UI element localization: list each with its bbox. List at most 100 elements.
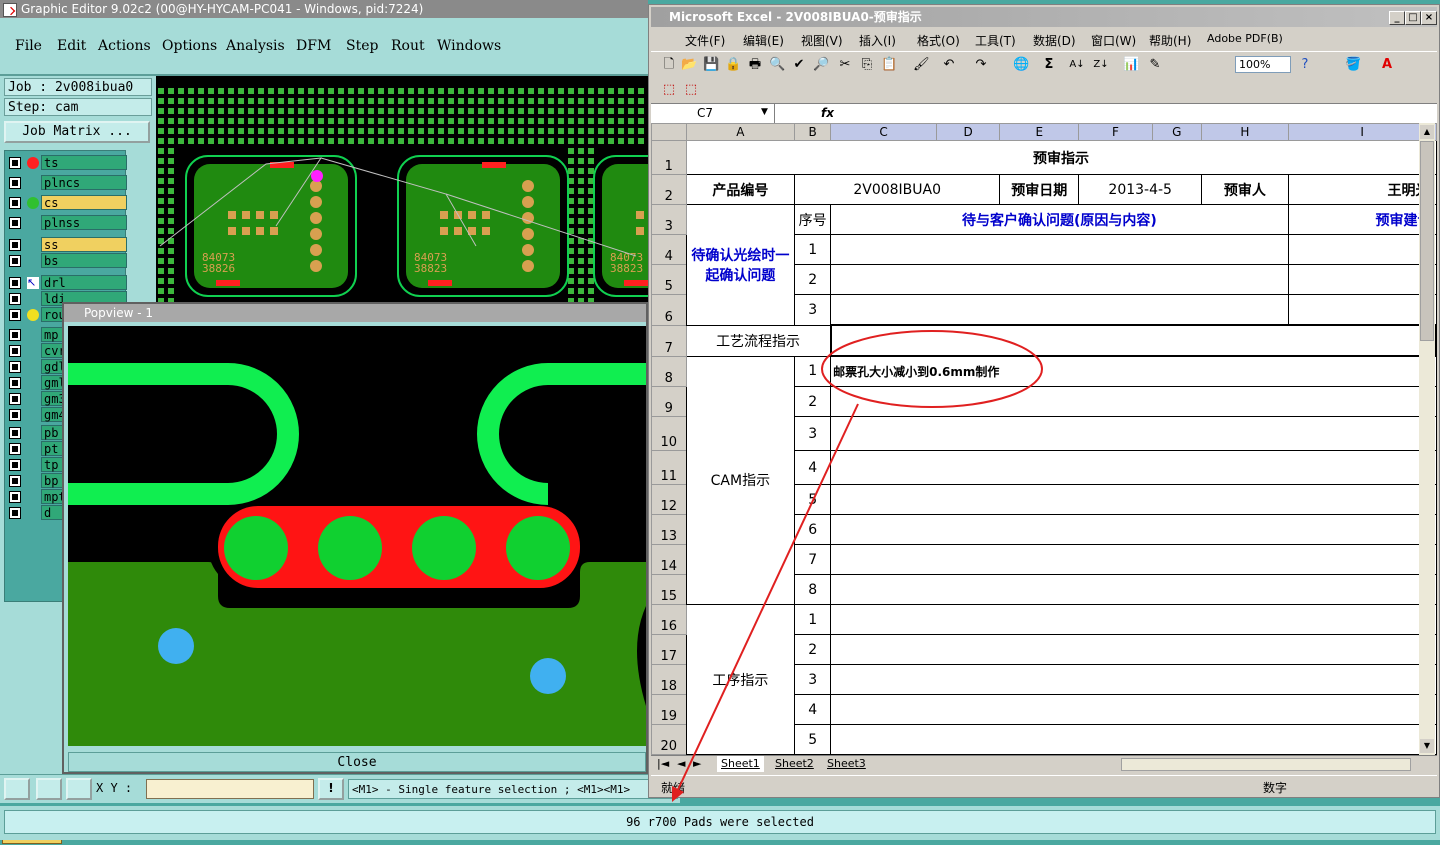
row-header[interactable]: 13 [651, 514, 687, 545]
cell-empty[interactable] [830, 264, 1289, 295]
namebox-dropdown-icon[interactable]: ▼ [761, 107, 768, 117]
job-matrix-button[interactable]: Job Matrix ... [4, 121, 150, 143]
cell-seq[interactable]: 7 [794, 544, 832, 575]
layer-row-cs[interactable]: cs [7, 195, 129, 211]
sheet-title[interactable]: 预审指示 [685, 140, 1437, 175]
select-all-corner[interactable] [651, 123, 687, 141]
menu-format-cn[interactable]: 格式(O) [917, 32, 960, 49]
cell-empty[interactable] [830, 234, 1289, 265]
row-header[interactable]: 14 [651, 544, 687, 575]
cell-seq[interactable]: 3 [794, 416, 832, 451]
layer-checkbox[interactable] [9, 345, 21, 357]
row-header[interactable]: 3 [651, 204, 687, 235]
cell-empty[interactable] [830, 604, 1437, 635]
tab-nav-first-icon[interactable]: |◄ [653, 756, 673, 772]
layer-name[interactable]: plncs [41, 175, 127, 190]
row-header[interactable]: 11 [651, 450, 687, 485]
col-header-g[interactable]: G [1151, 123, 1202, 141]
cell-seq[interactable]: 2 [794, 386, 832, 417]
cell-process-label[interactable]: 工艺流程指示 [685, 324, 832, 357]
cell-seq[interactable]: 1 [794, 234, 832, 265]
cell-empty[interactable] [1287, 234, 1437, 265]
research-icon[interactable]: 🔎 [813, 57, 829, 73]
tab-sheet1[interactable]: Sheet1 [717, 756, 764, 772]
layer-checkbox[interactable] [9, 329, 21, 341]
menu-analysis[interactable]: Analysis [226, 38, 285, 54]
row-header[interactable]: 19 [651, 694, 687, 725]
cell-seq[interactable]: 5 [794, 484, 832, 515]
cell-empty[interactable] [1287, 264, 1437, 295]
layer-name[interactable]: bs [41, 253, 127, 268]
permission-icon[interactable]: 🔒 [725, 57, 741, 73]
row-header[interactable]: 15 [651, 574, 687, 605]
undo-icon[interactable]: ↶ [941, 57, 957, 73]
cell-empty[interactable] [830, 294, 1289, 326]
cell-empty[interactable] [830, 664, 1437, 695]
row-header[interactable]: 4 [651, 234, 687, 265]
col-header-i[interactable]: I [1287, 123, 1437, 141]
layer-row-bs[interactable]: bs [7, 253, 129, 269]
layer-checkbox[interactable] [9, 427, 21, 439]
menu-data-cn[interactable]: 数据(D) [1033, 32, 1076, 49]
layer-checkbox[interactable] [9, 255, 21, 267]
cell-empty[interactable] [830, 416, 1437, 451]
layer-row-plnss[interactable]: plnss [7, 215, 129, 231]
layer-name[interactable]: ss [41, 237, 127, 252]
cell-reviewer-label[interactable]: 预审人 [1200, 174, 1289, 205]
pdf-convert-icon[interactable]: ⬚ [661, 82, 677, 98]
layer-checkbox[interactable] [9, 217, 21, 229]
cell-seq[interactable]: 6 [794, 514, 832, 545]
scroll-thumb[interactable] [1420, 141, 1434, 341]
zoom-box-icon[interactable] [4, 778, 30, 800]
menu-step[interactable]: Step [346, 38, 378, 54]
cell-empty[interactable] [1287, 294, 1437, 326]
col-header-a[interactable]: A [685, 123, 796, 141]
cell-seq[interactable]: 1 [794, 604, 832, 635]
new-icon[interactable]: 🗋 [661, 57, 677, 73]
layer-checkbox[interactable] [9, 393, 21, 405]
tab-nav-prev-icon[interactable]: ◄ [673, 756, 689, 772]
layer-checkbox[interactable] [9, 361, 21, 373]
cell-empty[interactable] [830, 694, 1437, 725]
hyperlink-icon[interactable]: 🌐 [1013, 57, 1029, 73]
menu-help-cn[interactable]: 帮助(H) [1149, 32, 1191, 49]
layer-row-drl[interactable]: ↖ drl [7, 275, 129, 291]
row-header[interactable]: 20 [651, 724, 687, 755]
layer-row-ss[interactable]: ss [7, 237, 129, 253]
cell-cam-note[interactable]: 邮票孔大小减小到0.6mm制作 [830, 355, 1437, 387]
menu-adobe-pdf[interactable]: Adobe PDF(B) [1207, 32, 1283, 45]
menu-insert-cn[interactable]: 插入(I) [859, 32, 896, 49]
menu-actions[interactable]: Actions [98, 38, 151, 54]
pdf-email-icon[interactable]: ⬚ [683, 82, 699, 98]
cell-empty[interactable] [830, 574, 1437, 605]
row-header[interactable]: 9 [651, 386, 687, 417]
layer-checkbox[interactable] [9, 491, 21, 503]
sort-descending-icon[interactable]: Z↓ [1093, 57, 1109, 73]
cell-review-date-label[interactable]: 预审日期 [999, 174, 1080, 205]
row-header[interactable]: 16 [651, 604, 687, 635]
autosum-icon[interactable]: Σ [1041, 57, 1057, 73]
drawing-icon[interactable]: ✎ [1147, 57, 1163, 73]
cell-suggestion-header[interactable]: 预审建议 [1287, 204, 1437, 235]
row-header[interactable]: 2 [651, 174, 687, 205]
layer-checkbox[interactable] [9, 197, 21, 209]
pcb-graphic-area[interactable]: 84073 38826 84073 38823 84073 38823 [156, 76, 648, 302]
layer-checkbox[interactable] [9, 409, 21, 421]
maximize-icon[interactable]: □ [1405, 11, 1421, 25]
menu-rout[interactable]: Rout [391, 38, 425, 54]
cell-empty[interactable] [830, 544, 1437, 575]
tab-sheet3[interactable]: Sheet3 [823, 756, 870, 772]
row-header[interactable]: 8 [651, 355, 687, 387]
fx-icon[interactable]: fx [821, 104, 834, 123]
layer-checkbox[interactable] [9, 309, 21, 321]
layer-checkbox[interactable] [9, 177, 21, 189]
cell-seq[interactable]: 1 [794, 355, 832, 387]
cell-empty[interactable] [830, 450, 1437, 485]
alert-icon[interactable]: ! [318, 778, 344, 800]
cell-reviewer[interactable]: 王明光 [1287, 174, 1437, 205]
layer-checkbox[interactable] [9, 293, 21, 305]
cell-seq[interactable]: 2 [794, 264, 832, 295]
cell-review-date[interactable]: 2013-4-5 [1078, 174, 1202, 205]
row-header[interactable]: 5 [651, 264, 687, 295]
chart-wizard-icon[interactable]: 📊 [1123, 57, 1139, 73]
